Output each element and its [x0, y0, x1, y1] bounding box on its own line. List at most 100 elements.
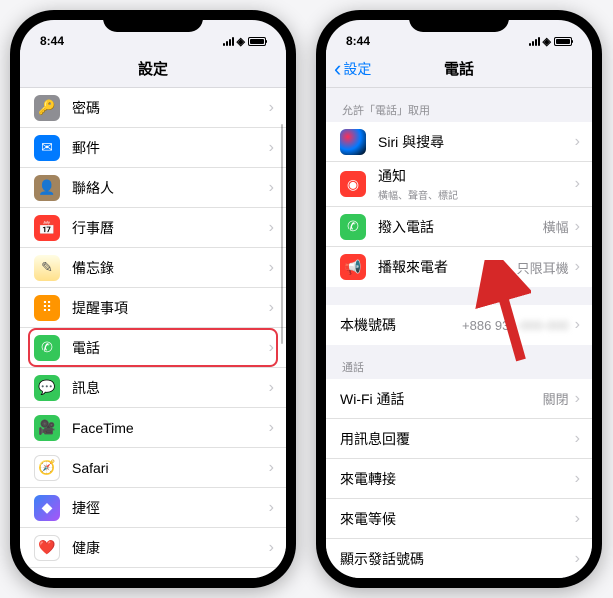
chevron-icon: › [575, 218, 580, 236]
row-safari[interactable]: 🧭 Safari › [20, 448, 286, 488]
notch [103, 10, 203, 32]
row-forward[interactable]: 來電轉接 › [326, 459, 592, 499]
row-wificall[interactable]: Wi-Fi 通話關閉 › [326, 379, 592, 419]
chevron-icon: › [269, 219, 274, 237]
chevron-icon: › [269, 459, 274, 477]
safari-icon: 🧭 [34, 455, 60, 481]
back-button[interactable]: 設定 [334, 59, 371, 79]
status-icons: ◈ [529, 35, 572, 48]
notes-icon: ✎ [34, 255, 60, 281]
phone-icon: ✆ [34, 335, 60, 361]
chevron-icon: › [269, 379, 274, 397]
chevron-icon: › [269, 419, 274, 437]
siri-icon [340, 129, 366, 155]
chevron-icon: › [269, 179, 274, 197]
row-notes[interactable]: ✎ 備忘錄 › [20, 248, 286, 288]
chevron-icon: › [575, 510, 580, 528]
status-time: 8:44 [40, 34, 64, 48]
wifi-icon: ◈ [237, 35, 245, 48]
row-phone[interactable]: ✆ 電話 › [20, 328, 286, 368]
chevron-icon: › [575, 175, 580, 193]
row-label: 捷徑 [72, 498, 263, 518]
messages-icon: 💬 [34, 375, 60, 401]
nav-bar: 設定 電話 [326, 50, 592, 88]
reminders-icon: ⠿ [34, 295, 60, 321]
nav-bar: 設定 [20, 50, 286, 88]
wifi-icon: ◈ [543, 35, 551, 48]
chevron-icon: › [575, 258, 580, 276]
chevron-icon: › [575, 133, 580, 151]
mynumber-value: +886 934-000-000 [462, 318, 569, 333]
chevron-icon: › [269, 499, 274, 517]
row-label: 顯示發話號碼 [340, 549, 569, 569]
incoming-icon: ✆ [340, 214, 366, 240]
row-label: 電話 [72, 338, 263, 358]
row-label: 來電轉接 [340, 469, 569, 489]
row-value: 關閉 [543, 389, 569, 408]
left-phone: 8:44 ◈ 設定 🔑 密碼 › ✉︎ 郵件 › 👤 聯絡人 › 📅 行事曆 › [10, 10, 296, 588]
settings-list[interactable]: 🔑 密碼 › ✉︎ 郵件 › 👤 聯絡人 › 📅 行事曆 › ✎ 備忘錄 › ⠿… [20, 88, 286, 578]
chevron-icon: › [575, 470, 580, 488]
signal-icon [529, 37, 540, 46]
status-time: 8:44 [346, 34, 370, 48]
row-waiting[interactable]: 來電等候 › [326, 499, 592, 539]
passcode-icon: 🔑 [34, 95, 60, 121]
row-label: 郵件 [72, 138, 263, 158]
row-passcode[interactable]: 🔑 密碼 › [20, 88, 286, 128]
row-messages[interactable]: 💬 訊息 › [20, 368, 286, 408]
row-announce[interactable]: 📢播報來電者只限耳機› [326, 247, 592, 287]
row-contacts[interactable]: 👤 聯絡人 › [20, 168, 286, 208]
row-label: Wi-Fi 通話 [340, 389, 543, 409]
right-phone: 8:44 ◈ 設定 電話 允許「電話」取用 Siri 與搜尋›◉通知橫幅、聲音、… [316, 10, 602, 588]
row-notifications[interactable]: ◉通知橫幅、聲音、標記› [326, 162, 592, 207]
battery-icon [554, 37, 572, 46]
row-label: 撥入電話 [378, 217, 543, 237]
health-icon: ❤️ [34, 535, 60, 561]
row-label: 播報來電者 [378, 257, 517, 277]
chevron-icon: › [575, 316, 580, 334]
row-reminders[interactable]: ⠿ 提醒事項 › [20, 288, 286, 328]
row-textreply[interactable]: 用訊息回覆 › [326, 419, 592, 459]
row-callerid[interactable]: 顯示發話號碼 › [326, 539, 592, 578]
row-calendar[interactable]: 📅 行事曆 › [20, 208, 286, 248]
row-mynumber[interactable]: 本機號碼 +886 934-000-000 › [326, 305, 592, 345]
row-label: Siri 與搜尋 [378, 132, 569, 152]
row-label: 健康 [72, 538, 263, 558]
chevron-icon: › [269, 139, 274, 157]
chevron-icon: › [269, 539, 274, 557]
facetime-icon: 🎥 [34, 415, 60, 441]
mynumber-label: 本機號碼 [340, 315, 462, 335]
row-label: 備忘錄 [72, 258, 263, 278]
row-label: 聯絡人 [72, 178, 263, 198]
row-facetime[interactable]: 🎥 FaceTime › [20, 408, 286, 448]
chevron-icon: › [575, 390, 580, 408]
row-value: 只限耳機 [517, 258, 569, 277]
chevron-icon: › [269, 99, 274, 117]
notifications-icon: ◉ [340, 171, 366, 197]
row-mail[interactable]: ✉︎ 郵件 › [20, 128, 286, 168]
right-screen: 8:44 ◈ 設定 電話 允許「電話」取用 Siri 與搜尋›◉通知橫幅、聲音、… [326, 20, 592, 578]
row-label: 通知 [378, 166, 569, 186]
row-siri[interactable]: Siri 與搜尋 › [326, 122, 592, 162]
row-shortcuts[interactable]: ◆ 捷徑 › [20, 488, 286, 528]
calendar-icon: 📅 [34, 215, 60, 241]
section-header-allow: 允許「電話」取用 [326, 88, 592, 122]
chevron-icon: › [269, 339, 274, 357]
row-label: FaceTime [72, 420, 263, 436]
row-label: 用訊息回覆 [340, 429, 569, 449]
chevron-icon: › [575, 430, 580, 448]
shortcuts-icon: ◆ [34, 495, 60, 521]
row-label: Safari [72, 460, 263, 476]
phone-settings-content[interactable]: 允許「電話」取用 Siri 與搜尋›◉通知橫幅、聲音、標記›✆撥入電話橫幅›📢播… [326, 88, 592, 578]
section-header-calls: 通話 [326, 345, 592, 379]
status-icons: ◈ [223, 35, 266, 48]
row-label: 來電等候 [340, 509, 569, 529]
row-health[interactable]: ❤️ 健康 › [20, 528, 286, 568]
row-label: 密碼 [72, 98, 263, 118]
mail-icon: ✉︎ [34, 135, 60, 161]
contacts-icon: 👤 [34, 175, 60, 201]
chevron-icon: › [575, 550, 580, 568]
row-incoming[interactable]: ✆撥入電話橫幅› [326, 207, 592, 247]
page-title: 設定 [138, 58, 168, 79]
row-label: 訊息 [72, 378, 263, 398]
